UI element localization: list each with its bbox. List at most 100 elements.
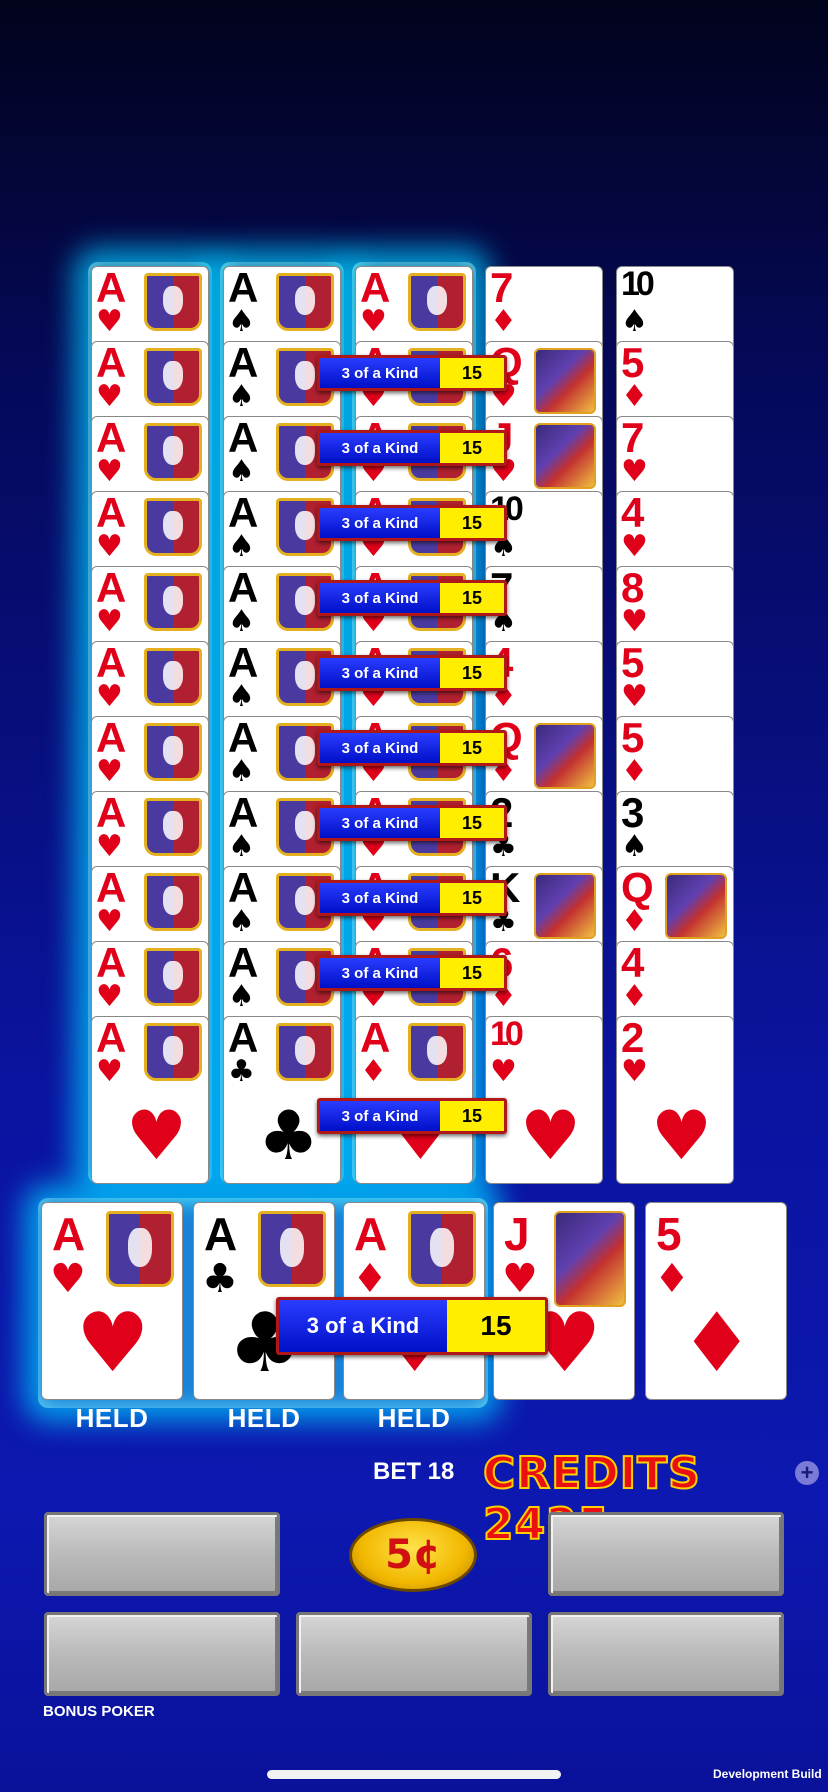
card-suit: ♠ — [228, 679, 255, 714]
plus-circle-icon[interactable]: + — [795, 1461, 819, 1485]
win-banner: 3 of a Kind 15 — [317, 805, 507, 841]
ace-crest-icon — [144, 948, 202, 1006]
card-rank: A — [52, 1208, 86, 1260]
card-suit: ♥ — [96, 829, 123, 864]
card-suit: ♦ — [490, 304, 517, 339]
card-rank: Q — [621, 866, 654, 911]
card-rank: A — [228, 566, 259, 611]
main-card-5[interactable]: 5 ♦ ♦ — [645, 1202, 787, 1400]
card-suit: ♠ — [621, 829, 648, 864]
card-rank: J — [504, 1208, 530, 1260]
card-suit: ♥ — [96, 454, 123, 489]
card-rank: 3 — [621, 791, 645, 836]
held-label-2: HELD — [227, 1403, 301, 1433]
win-label: 3 of a Kind — [320, 1101, 440, 1131]
card-rank: A — [360, 266, 391, 311]
card-rank: A — [228, 716, 259, 761]
main-win-banner: 3 of a Kind 15 — [276, 1297, 548, 1355]
card-rank: A — [96, 341, 127, 386]
card-rank: A — [96, 866, 127, 911]
card-rank: 8 — [621, 566, 645, 611]
win-label: 3 of a Kind — [320, 433, 440, 463]
card-rank: A — [96, 941, 127, 986]
ace-crest-icon — [144, 873, 202, 931]
win-value: 15 — [440, 358, 504, 388]
card-rank: 10 — [621, 266, 655, 303]
ace-crest-icon — [106, 1211, 174, 1287]
card-suit: ♥ — [360, 304, 387, 339]
face-card-art — [534, 348, 596, 414]
card-suit: ♥ — [96, 529, 123, 564]
card-center-suit: ♥ — [126, 1097, 187, 1176]
win-label: 3 of a Kind — [320, 733, 440, 763]
card-center-suit: ♣ — [258, 1097, 319, 1176]
button-bottom-right[interactable] — [548, 1612, 784, 1696]
card-suit: ♠ — [228, 304, 255, 339]
card-suit: ♦ — [352, 1256, 388, 1302]
ace-crest-icon — [276, 1023, 334, 1081]
card-suit: ♣ — [228, 1054, 255, 1089]
button-top-right[interactable] — [548, 1512, 784, 1596]
card-suit: ♥ — [96, 679, 123, 714]
ace-crest-icon — [144, 273, 202, 331]
card-rank: 7 — [621, 416, 645, 461]
card-rank: A — [96, 566, 127, 611]
held-label-3: HELD — [377, 1403, 451, 1433]
card-suit: ♥ — [490, 1054, 517, 1089]
card-rank: A — [228, 1016, 259, 1061]
small-card: 2 ♥ ♥ — [616, 1016, 734, 1184]
win-label: 3 of a Kind — [320, 358, 440, 388]
win-value: 15 — [440, 508, 504, 538]
button-top-left[interactable] — [44, 1512, 280, 1596]
card-suit: ♠ — [228, 604, 255, 639]
win-banner: 3 of a Kind 15 — [317, 580, 507, 616]
win-banner: 3 of a Kind 15 — [317, 1098, 507, 1134]
win-banner: 3 of a Kind 15 — [317, 355, 507, 391]
card-suit: ♦ — [360, 1054, 387, 1089]
card-center-suit: ♦ — [680, 1296, 754, 1391]
ace-crest-icon — [408, 1211, 476, 1287]
card-rank: A — [96, 416, 127, 461]
held-label-1: HELD — [75, 1403, 149, 1433]
ace-crest-icon — [144, 723, 202, 781]
bet-display: BET 18 — [373, 1458, 455, 1485]
card-center-suit: ♥ — [76, 1296, 150, 1391]
jack-face-art — [554, 1211, 626, 1307]
main-win-label: 3 of a Kind — [279, 1300, 447, 1352]
card-rank: A — [354, 1208, 388, 1260]
button-bottom-middle[interactable] — [296, 1612, 532, 1696]
card-rank: 5 — [621, 641, 645, 686]
card-suit: ♥ — [96, 304, 123, 339]
win-value: 15 — [440, 808, 504, 838]
card-rank: A — [228, 641, 259, 686]
card-rank: A — [228, 941, 259, 986]
card-suit: ♥ — [621, 1054, 648, 1089]
card-suit: ♥ — [502, 1256, 538, 1302]
ace-crest-icon — [144, 423, 202, 481]
main-card-1[interactable]: A ♥ ♥ — [41, 1202, 183, 1400]
card-rank: 4 — [621, 941, 645, 986]
game-name-label: BONUS POKER — [43, 1703, 155, 1720]
card-suit: ♦ — [654, 1256, 690, 1302]
card-rank: 5 — [656, 1208, 682, 1260]
card-rank: A — [96, 491, 127, 536]
card-rank: A — [96, 641, 127, 686]
denomination-coin-button[interactable]: 5¢ — [349, 1518, 477, 1592]
ace-crest-icon — [144, 348, 202, 406]
face-card-art — [534, 723, 596, 789]
win-banner: 3 of a Kind 15 — [317, 955, 507, 991]
face-card-art — [665, 873, 727, 939]
button-bottom-left[interactable] — [44, 1612, 280, 1696]
card-suit: ♠ — [228, 529, 255, 564]
card-rank: 5 — [621, 341, 645, 386]
card-suit: ♥ — [96, 979, 123, 1014]
win-banner: 3 of a Kind 15 — [317, 880, 507, 916]
ace-crest-icon — [144, 648, 202, 706]
ace-crest-icon — [408, 1023, 466, 1081]
card-suit: ♠ — [228, 754, 255, 789]
card-rank: 2 — [621, 1016, 645, 1061]
small-card: A ♥ ♥ — [91, 1016, 209, 1184]
card-rank: A — [228, 791, 259, 836]
card-suit: ♥ — [50, 1256, 86, 1302]
card-rank: A — [228, 266, 259, 311]
